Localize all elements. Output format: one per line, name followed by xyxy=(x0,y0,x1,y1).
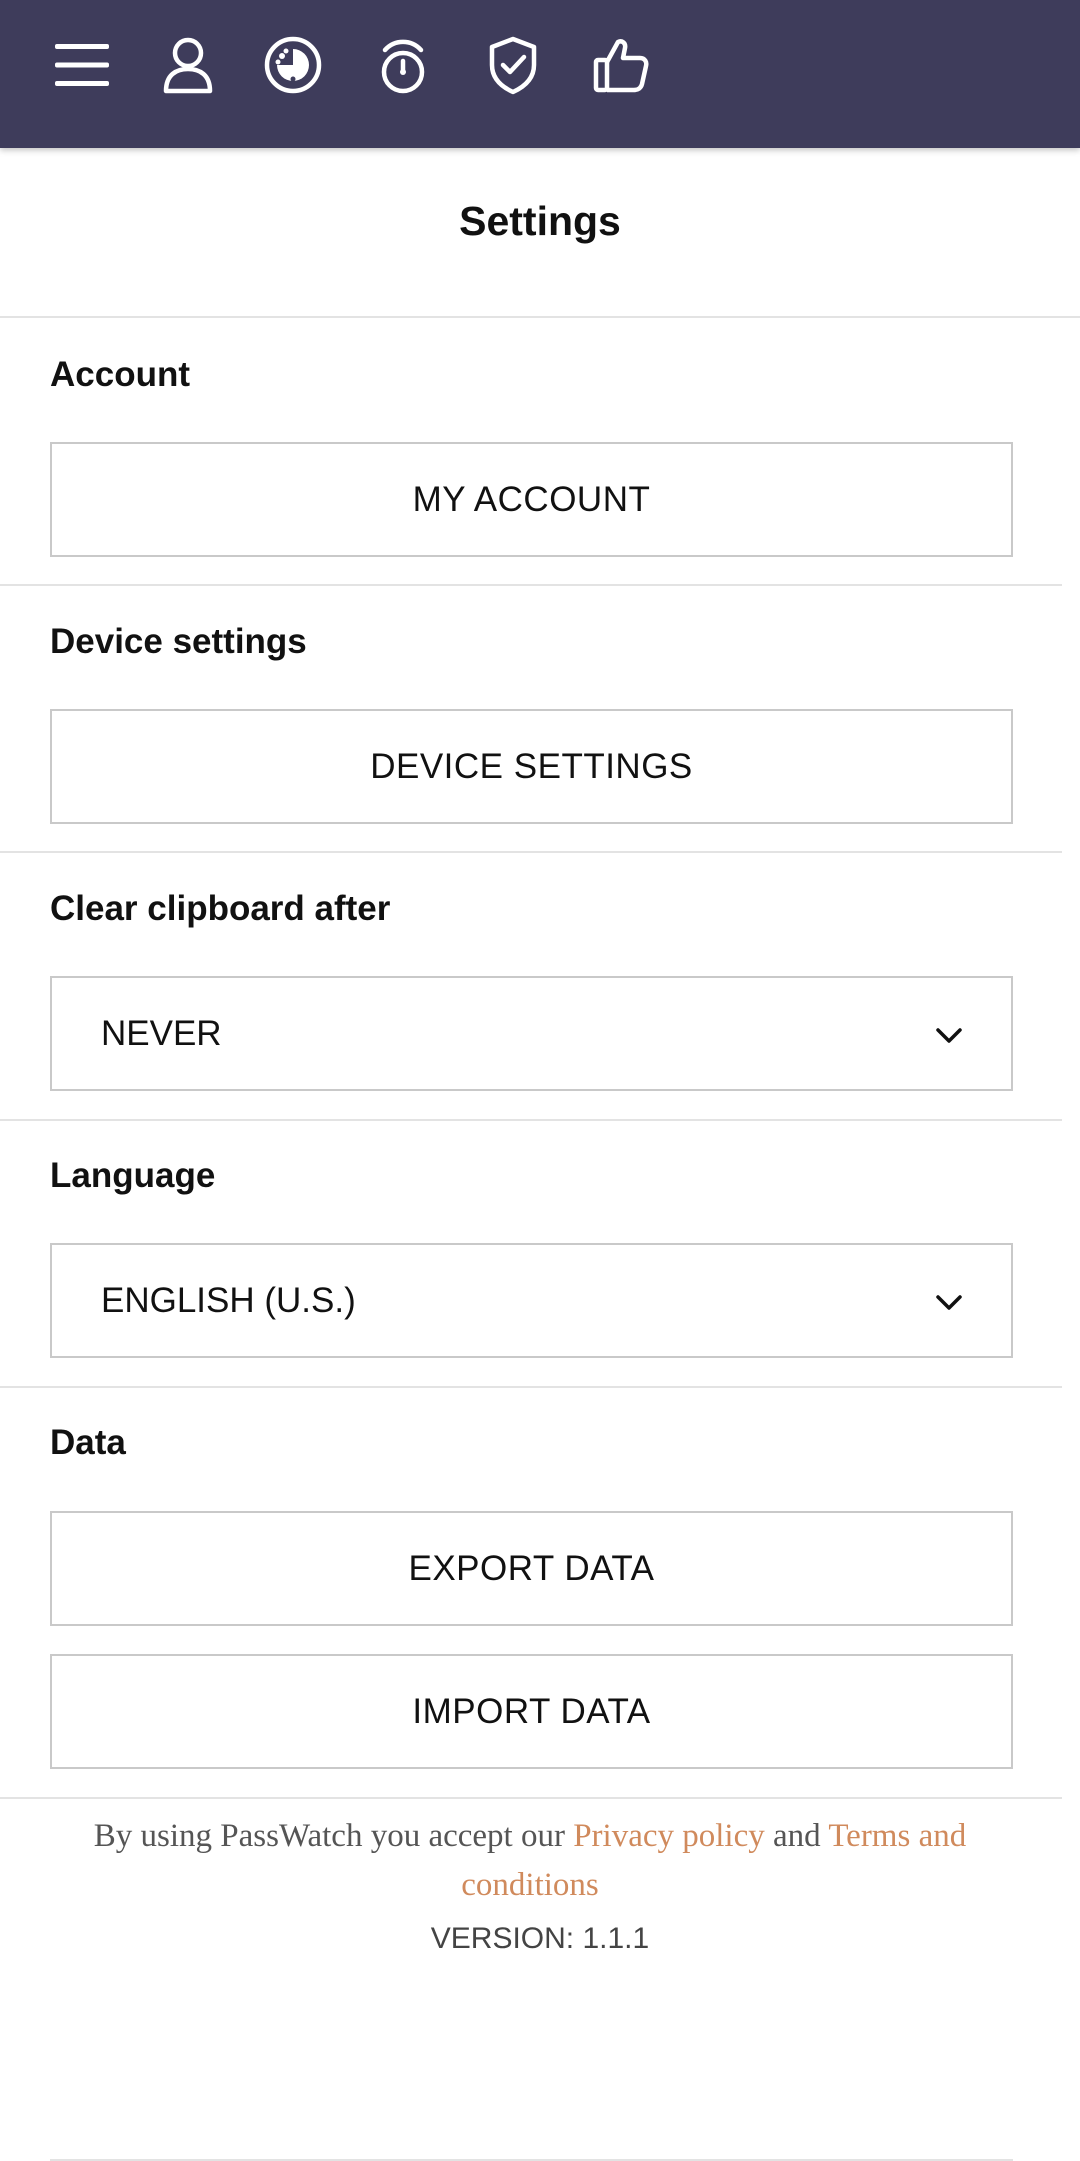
shield-check-icon[interactable] xyxy=(478,30,548,100)
terms-notice-and: and xyxy=(764,1818,829,1854)
section-label-data: Data xyxy=(50,1423,126,1462)
section-label-device-settings: Device settings xyxy=(50,622,307,661)
dashboard-icon[interactable] xyxy=(258,30,328,100)
chevron-down-icon xyxy=(935,1281,963,1321)
version-label: VERSION: 1.1.1 xyxy=(430,1922,650,1955)
import-data-button[interactable]: IMPORT DATA xyxy=(50,1654,1013,1769)
menu-icon[interactable] xyxy=(47,30,117,100)
divider xyxy=(0,316,1080,318)
user-icon[interactable] xyxy=(153,30,223,100)
chevron-down-icon xyxy=(935,1014,963,1054)
my-account-button[interactable]: MY ACCOUNT xyxy=(50,442,1013,557)
timer-icon[interactable] xyxy=(368,30,438,100)
divider xyxy=(0,1119,1062,1121)
page-title: Settings xyxy=(459,198,621,244)
terms-notice-prefix: By using PassWatch you accept our xyxy=(93,1818,574,1854)
device-settings-button[interactable]: DEVICE SETTINGS xyxy=(50,709,1013,824)
section-label-language: Language xyxy=(50,1156,216,1195)
clear-clipboard-value: NEVER xyxy=(101,1013,222,1053)
export-data-button[interactable]: EXPORT DATA xyxy=(50,1511,1013,1626)
divider xyxy=(0,1386,1062,1388)
clear-clipboard-select[interactable]: NEVER xyxy=(50,976,1013,1091)
top-nav-bar xyxy=(0,0,1080,148)
divider xyxy=(0,584,1062,586)
divider xyxy=(0,1797,1062,1799)
section-label-clear-clipboard: Clear clipboard after xyxy=(50,889,391,928)
privacy-policy-link[interactable]: Privacy policy xyxy=(573,1818,765,1854)
divider xyxy=(0,851,1062,853)
thumbs-up-icon[interactable] xyxy=(586,30,656,100)
language-select[interactable]: ENGLISH (U.S.) xyxy=(50,1243,1013,1358)
language-value: ENGLISH (U.S.) xyxy=(101,1280,356,1320)
terms-notice: By using PassWatch you accept our Privac… xyxy=(60,1812,1000,1910)
section-label-account: Account xyxy=(50,355,190,394)
